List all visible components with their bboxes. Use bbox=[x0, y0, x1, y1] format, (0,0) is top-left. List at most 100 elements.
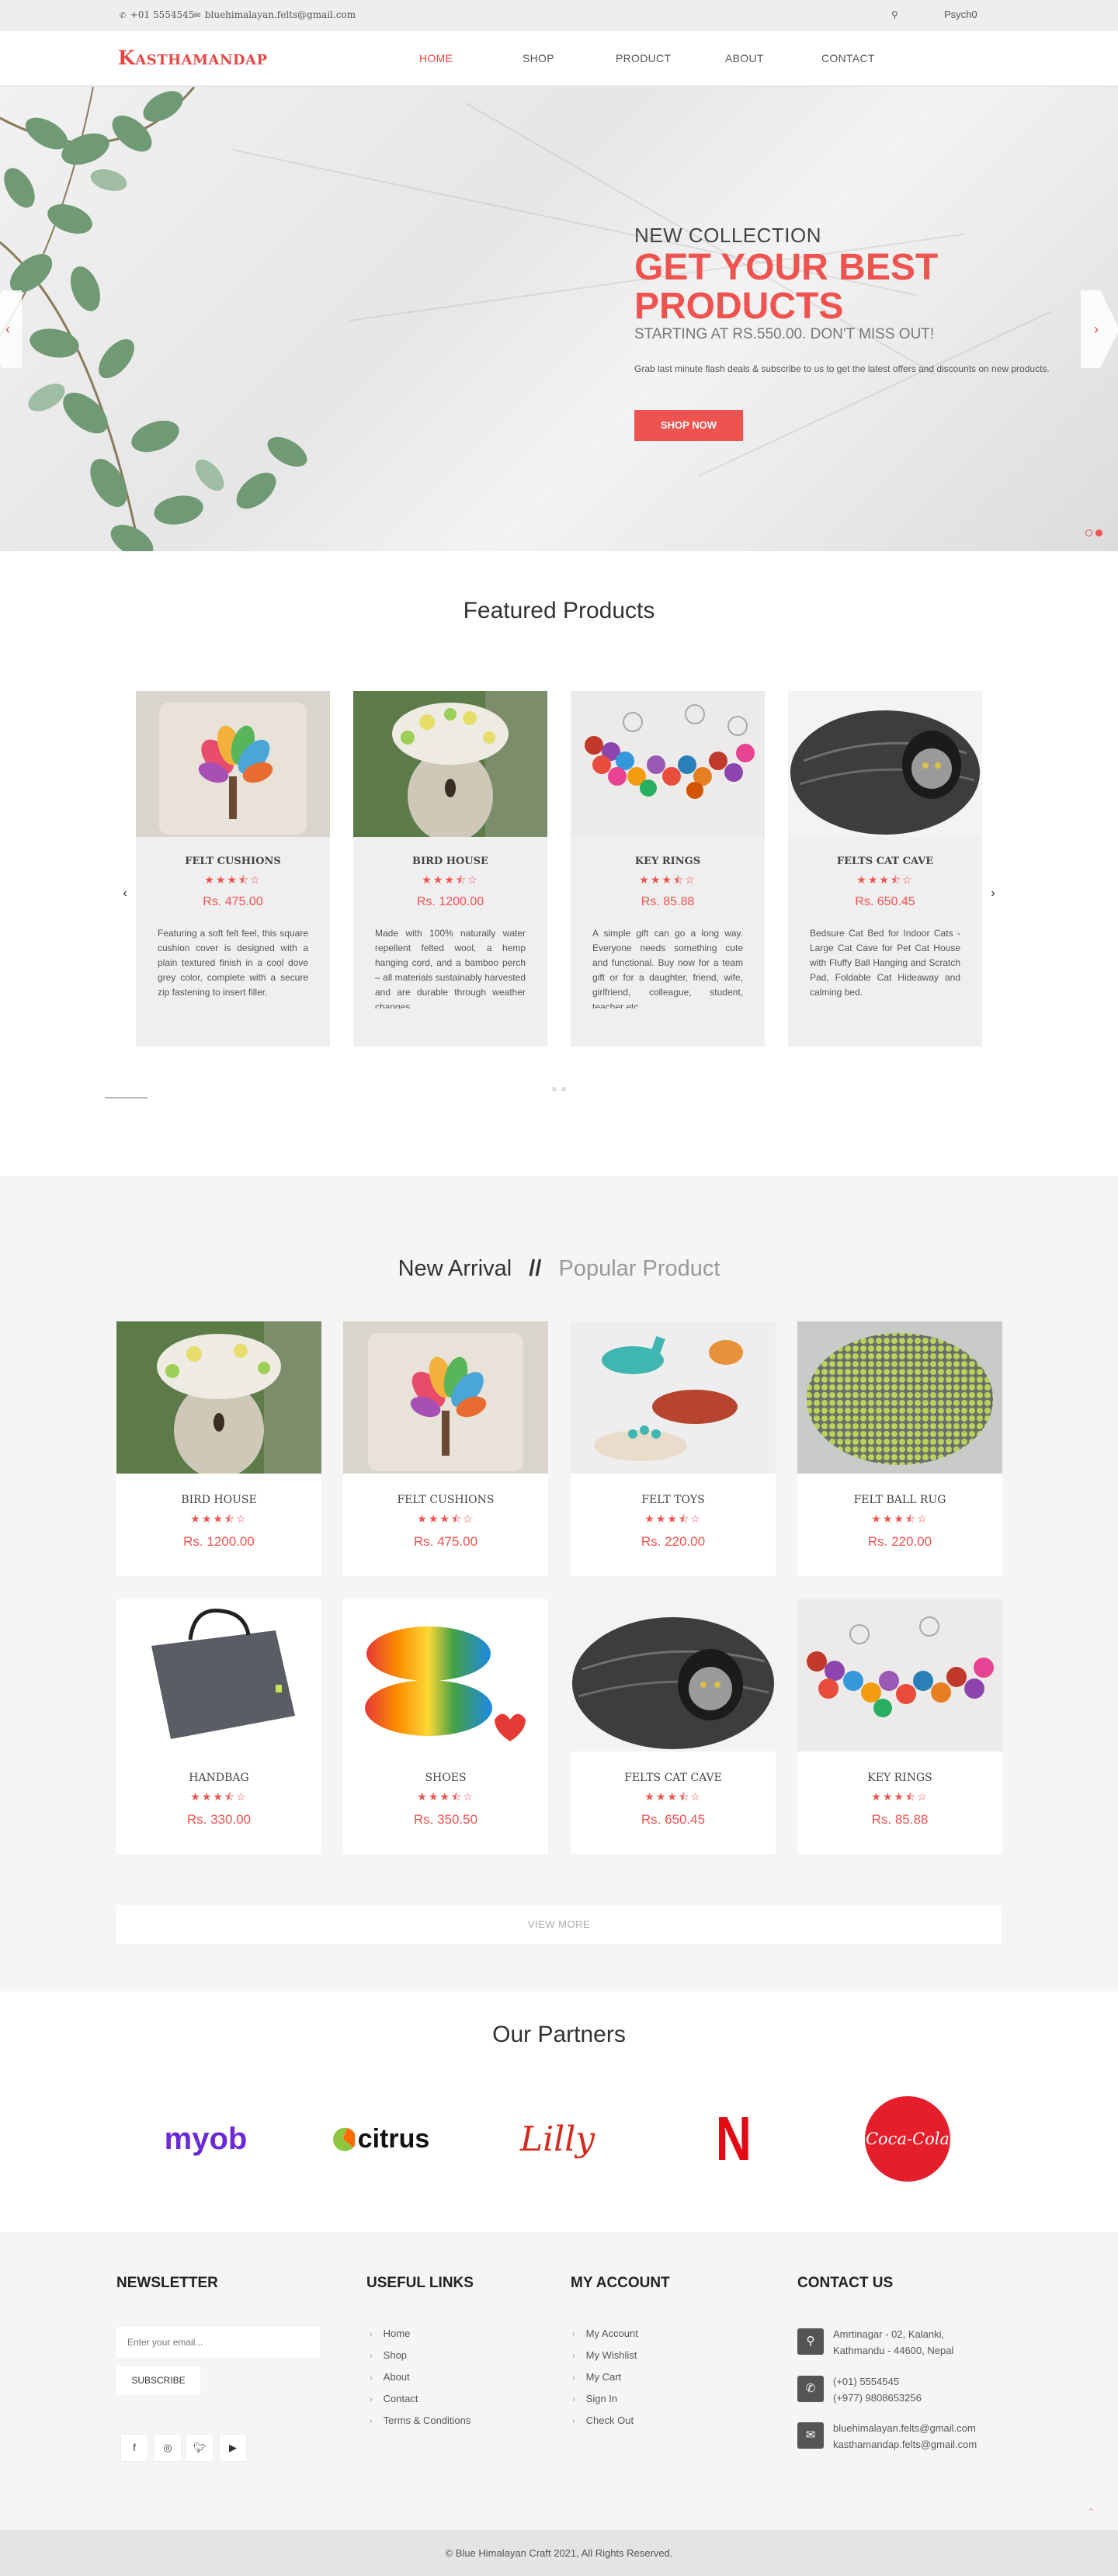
product-price: Rs. 475.00 bbox=[413, 1534, 478, 1549]
product-name[interactable]: FELT CUSHIONS bbox=[136, 856, 330, 867]
footer-link-contact[interactable]: › Contact bbox=[370, 2393, 418, 2404]
facebook-icon[interactable]: f bbox=[121, 2435, 148, 2461]
product-description: Featuring a soft felt feel, this square … bbox=[158, 928, 308, 998]
nav-contact[interactable]: CONTACT bbox=[821, 52, 875, 64]
subscribe-button[interactable]: SUBSCRIBE bbox=[116, 2366, 200, 2394]
arrival-product-card[interactable]: FELT CUSHIONS ★★★⯪☆ Rs. 475.00 bbox=[343, 1321, 548, 1576]
footer-link-my-account[interactable]: › My Account bbox=[572, 2328, 638, 2339]
featured-product-card[interactable]: FELTS CAT CAVE ★★★⯪☆ Rs. 650.45 Bedsure … bbox=[788, 691, 982, 1047]
product-name[interactable]: KEY RINGS bbox=[571, 856, 765, 867]
featured-product-card[interactable]: KEY RINGS ★★★⯪☆ Rs. 85.88 A simple gift … bbox=[571, 691, 765, 1047]
twitter-icon[interactable]: 🐦︎ bbox=[186, 2435, 213, 2461]
product-name[interactable]: FELTS CAT CAVE bbox=[571, 1772, 776, 1784]
partner-logo-myob[interactable]: myob bbox=[136, 2096, 276, 2182]
shop-now-button[interactable]: SHOP NOW bbox=[634, 410, 743, 441]
carousel-scrollbar[interactable] bbox=[105, 1097, 148, 1099]
arrival-product-card[interactable]: SHOES ★★★⯪☆ Rs. 350.50 bbox=[343, 1599, 548, 1854]
product-name[interactable]: FELTS CAT CAVE bbox=[788, 856, 982, 867]
product-price: Rs. 1200.00 bbox=[416, 895, 484, 908]
site-logo[interactable]: Kasthamandap bbox=[118, 47, 268, 69]
carousel-prev-button[interactable]: ‹ bbox=[113, 882, 137, 905]
carousel-next-button[interactable]: › bbox=[981, 882, 1005, 905]
view-more-button[interactable]: VIEW MORE bbox=[116, 1905, 1002, 1944]
hero-title: GET YOUR BEST PRODUCTS bbox=[634, 247, 939, 327]
eucalyptus-leaves-image bbox=[0, 87, 307, 551]
partner-logo-netflix[interactable]: N bbox=[664, 2096, 804, 2182]
product-image bbox=[343, 1321, 548, 1474]
rating-stars: ★★★⯪☆ bbox=[417, 1790, 474, 1803]
main-navbar: Kasthamandap HOME SHOP PRODUCT ABOUT CON… bbox=[0, 31, 1118, 87]
slide-dot-2[interactable] bbox=[1095, 529, 1102, 536]
product-price: Rs. 650.45 bbox=[641, 1812, 706, 1827]
nav-product[interactable]: PRODUCT bbox=[616, 52, 671, 64]
contact-address: Amrtinagar - 02, Kalanki, Kathmandu - 446… bbox=[833, 2328, 954, 2356]
rating-stars: ★★★⯪☆ bbox=[871, 1790, 929, 1803]
nav-home[interactable]: HOME bbox=[419, 52, 453, 64]
product-name[interactable]: FELT BALL RUG bbox=[797, 1494, 1002, 1506]
product-description: Made with 100% naturally water repellent… bbox=[375, 928, 526, 1009]
footer-link-sign-in[interactable]: › Sign In bbox=[572, 2393, 617, 2404]
search-icon[interactable]: ⚲ bbox=[891, 9, 898, 20]
product-name[interactable]: SHOES bbox=[343, 1772, 548, 1784]
arrival-product-card[interactable]: BIRD HOUSE ★★★⯪☆ Rs. 1200.00 bbox=[116, 1321, 321, 1576]
chevron-right-icon: › bbox=[370, 2373, 373, 2383]
citrus-icon bbox=[332, 2127, 355, 2151]
prev-slide-button[interactable]: ‹ bbox=[0, 290, 22, 368]
youtube-icon[interactable]: ▶ bbox=[220, 2435, 246, 2461]
product-image bbox=[571, 1599, 776, 1751]
contact-emails[interactable]: bluehimalayan.felts@gmail.com kasthamanda… bbox=[833, 2420, 977, 2453]
arrival-product-card[interactable]: FELTS CAT CAVE ★★★⯪☆ Rs. 650.45 bbox=[571, 1599, 776, 1854]
product-name[interactable]: FELT TOYS bbox=[571, 1494, 776, 1506]
footer-link-shop[interactable]: › Shop bbox=[370, 2349, 407, 2361]
nav-shop[interactable]: SHOP bbox=[523, 52, 554, 64]
rating-stars: ★★★⯪☆ bbox=[644, 1790, 702, 1803]
tab-new-arrival[interactable]: New Arrival bbox=[398, 1256, 512, 1281]
tab-popular-product[interactable]: Popular Product bbox=[558, 1256, 720, 1281]
footer-link-home[interactable]: › Home bbox=[370, 2328, 410, 2339]
user-account-link[interactable]: Psych0 bbox=[944, 9, 977, 20]
rating-stars: ★★★⯪☆ bbox=[190, 1790, 248, 1803]
partner-logo-lilly[interactable]: Lilly bbox=[488, 2096, 627, 2182]
instagram-icon[interactable]: ◎ bbox=[155, 2435, 181, 2461]
rating-stars: ★★★⯪☆ bbox=[417, 1512, 474, 1525]
product-price: Rs. 85.88 bbox=[871, 1812, 929, 1827]
nav-about[interactable]: ABOUT bbox=[725, 52, 764, 64]
rating-stars: ★★★⯪☆ bbox=[422, 873, 479, 886]
hero-slider: NEW COLLECTION GET YOUR BEST PRODUCTS ST… bbox=[0, 87, 1118, 551]
back-to-top-icon[interactable]: ⌃ bbox=[1087, 2506, 1095, 2519]
product-name[interactable]: FELT CUSHIONS bbox=[343, 1494, 548, 1506]
footer-link-about[interactable]: › About bbox=[370, 2371, 410, 2383]
product-image bbox=[788, 691, 982, 837]
product-name[interactable]: BIRD HOUSE bbox=[116, 1494, 321, 1506]
arrival-product-card[interactable]: KEY RINGS ★★★⯪☆ Rs. 85.88 bbox=[797, 1599, 1002, 1854]
carousel-dot-2[interactable] bbox=[561, 1087, 566, 1092]
top-email[interactable]: ✉ bluehimalayan.felts@gmail.com bbox=[193, 9, 356, 20]
footer-link-cart[interactable]: › My Cart bbox=[572, 2371, 621, 2383]
copyright: © Blue Himalayan Craft 2021, All Rights … bbox=[0, 2530, 1118, 2576]
product-image bbox=[116, 1321, 321, 1474]
mail-icon: ✉ bbox=[193, 12, 201, 20]
featured-product-card[interactable]: FELT CUSHIONS ★★★⯪☆ Rs. 475.00 Featuring… bbox=[136, 691, 330, 1047]
partner-logo-citrus[interactable]: citrus bbox=[311, 2096, 450, 2182]
newsletter-email-input[interactable] bbox=[116, 2327, 320, 2358]
arrival-product-card[interactable]: HANDBAG ★★★⯪☆ Rs. 330.00 bbox=[116, 1599, 321, 1854]
product-name[interactable]: KEY RINGS bbox=[797, 1772, 1002, 1784]
arrival-product-card[interactable]: FELT BALL RUG ★★★⯪☆ Rs. 220.00 bbox=[797, 1321, 1002, 1576]
rating-stars: ★★★⯪☆ bbox=[204, 873, 262, 886]
hero-description: Grab last minute flash deals & subscribe… bbox=[634, 363, 1050, 374]
hero-starting-price: STARTING AT RS.550.00. DON'T MISS OUT! bbox=[634, 326, 935, 342]
product-price: Rs. 650.45 bbox=[855, 895, 915, 908]
product-name[interactable]: HANDBAG bbox=[116, 1772, 321, 1784]
arrival-product-card[interactable]: FELT TOYS ★★★⯪☆ Rs. 220.00 bbox=[571, 1321, 776, 1576]
partner-logo-coca-cola[interactable]: Coca-Cola bbox=[838, 2096, 977, 2182]
next-slide-button[interactable]: › bbox=[1081, 290, 1118, 368]
rating-stars: ★★★⯪☆ bbox=[639, 873, 696, 886]
footer-link-wishlist[interactable]: › My Wishlist bbox=[572, 2349, 637, 2361]
featured-product-card[interactable]: BIRD HOUSE ★★★⯪☆ Rs. 1200.00 Made with 1… bbox=[353, 691, 547, 1047]
product-name[interactable]: BIRD HOUSE bbox=[353, 856, 547, 867]
carousel-dot-1[interactable] bbox=[552, 1087, 557, 1092]
footer-link-check-out[interactable]: › Check Out bbox=[572, 2415, 634, 2426]
footer-link-terms[interactable]: › Terms & Conditions bbox=[370, 2415, 470, 2426]
my-account-title: MY ACCOUNT bbox=[571, 2275, 670, 2291]
slide-dot-1[interactable] bbox=[1085, 529, 1092, 536]
